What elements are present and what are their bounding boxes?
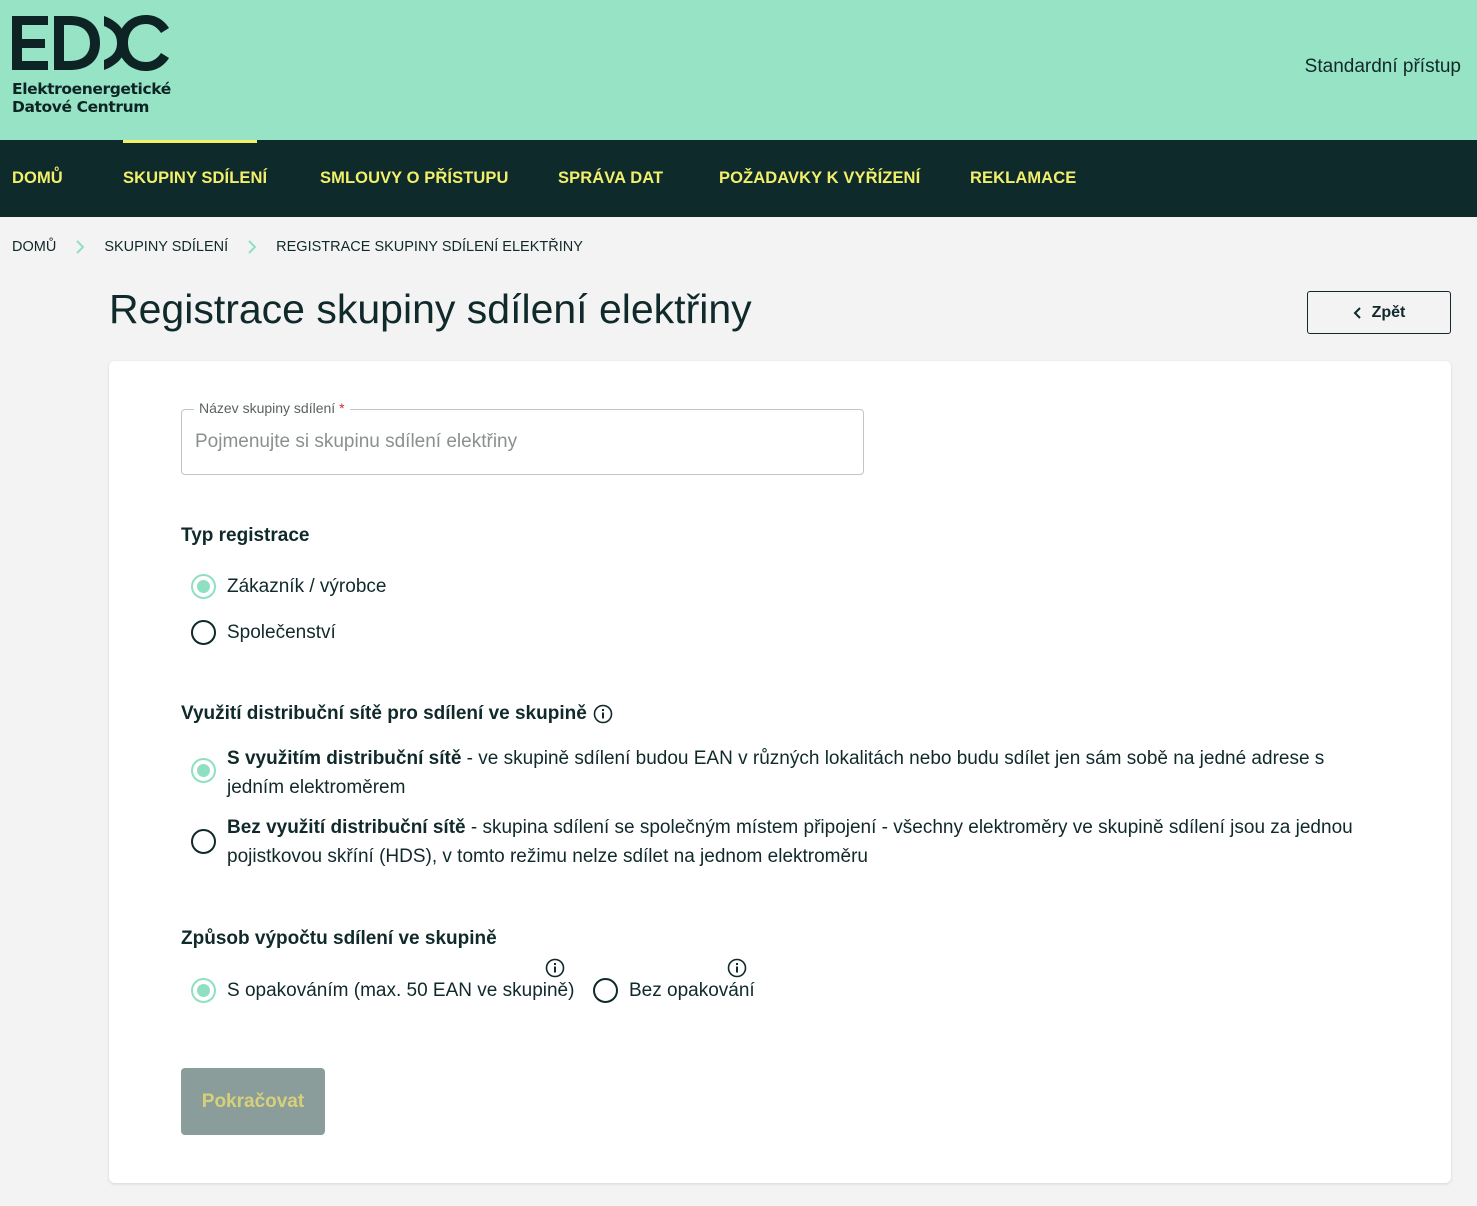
logo-line-2: Datové Centrum: [12, 98, 149, 116]
chevron-left-icon: [1353, 306, 1361, 319]
radio-label: Bez využití distribuční sítě - skupina s…: [227, 813, 1381, 871]
edc-logo-mark: [12, 15, 169, 71]
group-name-field: Název skupiny sdílení *: [181, 400, 864, 475]
radio-button[interactable]: [191, 574, 216, 599]
radio-button[interactable]: [191, 978, 216, 1003]
logo-line-1: Elektroenergetické: [12, 80, 171, 98]
radio-label-bold: Bez využití distribuční sítě: [227, 817, 466, 838]
nav-item-smlouvy-o-pristupu[interactable]: SMLOUVY O PŘÍSTUPU: [320, 140, 509, 217]
network-usage-title: Využití distribuční sítě pro sdílení ve …: [181, 703, 613, 725]
radio-label: Bez opakování: [629, 980, 755, 1001]
access-mode-label[interactable]: Standardní přístup: [1305, 56, 1461, 78]
back-button[interactable]: Zpět: [1307, 291, 1451, 334]
chevron-right-icon: [228, 239, 276, 255]
radio-option-s-opakovanim[interactable]: S opakováním (max. 50 EAN ve skupině): [191, 978, 574, 1005]
breadcrumb-item-skupiny-sdileni[interactable]: SKUPINY SDÍLENÍ: [104, 239, 228, 255]
chevron-right-icon: [56, 239, 104, 255]
radio-label-bold: S využitím distribuční sítě: [227, 748, 462, 769]
info-icon[interactable]: [545, 958, 565, 978]
radio-button[interactable]: [191, 758, 216, 783]
header-bar: Elektroenergetické Datové Centrum Standa…: [0, 0, 1477, 140]
nav-item-domu[interactable]: DOMŮ: [12, 140, 63, 217]
radio-option-bez-vyuzitim-site[interactable]: Bez využití distribuční sítě - skupina s…: [191, 813, 1381, 871]
page-title: Registrace skupiny sdílení elektřiny: [109, 286, 752, 332]
network-usage-title-text: Využití distribuční sítě pro sdílení ve …: [181, 703, 587, 724]
radio-option-zakaznik-vyrobce[interactable]: Zákazník / výrobce: [191, 574, 386, 601]
nav-item-pozadavky-k-vyrizeni[interactable]: POŽADAVKY K VYŘÍZENÍ: [719, 140, 920, 217]
radio-button[interactable]: [191, 620, 216, 645]
main-nav: DOMŮ SKUPINY SDÍLENÍ SMLOUVY O PŘÍSTUPU …: [0, 140, 1477, 217]
radio-label: Společenství: [227, 622, 336, 643]
radio-option-s-vyuzitim-site[interactable]: S využitím distribuční sítě - ve skupině…: [191, 744, 1381, 802]
nav-item-sprava-dat[interactable]: SPRÁVA DAT: [558, 140, 663, 217]
breadcrumb-item-current: REGISTRACE SKUPINY SDÍLENÍ ELEKTŘINY: [276, 239, 583, 255]
radio-option-bez-opakovani[interactable]: Bez opakování: [593, 978, 755, 1005]
radio-option-spolecenstvi[interactable]: Společenství: [191, 620, 336, 647]
nav-item-reklamace[interactable]: REKLAMACE: [970, 140, 1076, 217]
logo-text: Elektroenergetické Datové Centrum: [12, 80, 171, 116]
info-icon[interactable]: [727, 958, 747, 978]
back-button-label: Zpět: [1371, 303, 1406, 321]
edc-logo[interactable]: Elektroenergetické Datové Centrum: [12, 14, 172, 118]
registration-form-card: Název skupiny sdílení * Typ registrace Z…: [109, 361, 1451, 1183]
radio-button[interactable]: [191, 829, 216, 854]
registration-type-title: Typ registrace: [181, 525, 310, 546]
calculation-method-title: Způsob výpočtu sdílení ve skupině: [181, 928, 497, 949]
radio-label: Zákazník / výrobce: [227, 576, 387, 597]
group-name-input[interactable]: [182, 410, 863, 474]
info-icon[interactable]: [593, 704, 613, 724]
breadcrumb-item-domu[interactable]: DOMŮ: [12, 239, 56, 255]
radio-button[interactable]: [593, 978, 618, 1003]
nav-item-skupiny-sdileni[interactable]: SKUPINY SDÍLENÍ: [123, 140, 267, 217]
radio-label: S využitím distribuční sítě - ve skupině…: [227, 744, 1381, 802]
continue-button[interactable]: Pokračovat: [181, 1068, 325, 1135]
radio-label: S opakováním (max. 50 EAN ve skupině): [227, 980, 575, 1001]
breadcrumb: DOMŮ SKUPINY SDÍLENÍ REGISTRACE SKUPINY …: [12, 236, 583, 258]
